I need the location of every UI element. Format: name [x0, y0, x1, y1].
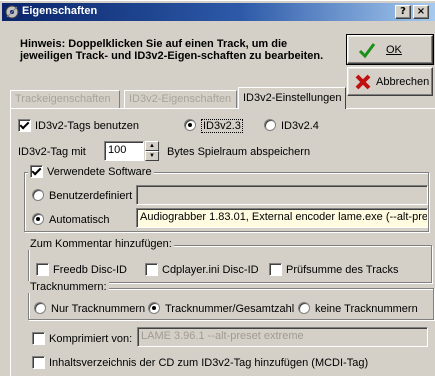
auto-software-radio[interactable]: Automatisch [32, 213, 110, 226]
software-legend[interactable]: Verwendete Software [28, 165, 154, 178]
app-icon [5, 5, 19, 19]
tab-track-properties[interactable]: Trackeigenschaften [10, 90, 120, 108]
compressed-check[interactable] [32, 332, 45, 345]
tracknum-only-label: Nur Tracknummern [51, 303, 146, 315]
version-v24-label: ID3v2.4 [281, 120, 319, 132]
radio-dot[interactable] [298, 302, 310, 314]
tracknum-only-radio[interactable]: Nur Tracknummern [34, 302, 145, 315]
freedb-checkbox[interactable]: Freedb Disc-ID [36, 263, 127, 276]
help-button[interactable]: ? [395, 5, 411, 19]
checksum-checkbox[interactable]: Prüfsumme des Tracks [269, 263, 398, 276]
version-radio-v23[interactable]: ID3v2.3 [184, 119, 243, 133]
software-label: Verwendete Software [47, 166, 152, 178]
radio-dot[interactable] [34, 302, 46, 314]
radio-dot[interactable] [32, 189, 44, 201]
comment-legend: Zum Kommentar hinzufügen: [28, 238, 174, 250]
tracknum-total-radio[interactable]: Tracknummer/Gesamtzahl [148, 302, 294, 315]
custom-software-label: Benutzerdefiniert [49, 190, 133, 202]
properties-dialog: Eigenschaften ? × Hinweis: Doppelklicken… [0, 0, 435, 376]
tab-id3v2-settings[interactable]: ID3v2-Einstellungen [238, 87, 346, 109]
radio-dot[interactable] [148, 302, 160, 314]
cancel-x-icon [355, 74, 371, 90]
use-id3v2-check[interactable] [18, 119, 31, 132]
custom-software-input[interactable] [136, 185, 428, 205]
spin-up-icon[interactable]: ▲ [145, 141, 159, 151]
tracknumbers-legend: Tracknummern: [28, 281, 109, 293]
use-id3v2-checkbox[interactable]: ID3v2-Tags benutzen [18, 119, 139, 132]
radio-dot[interactable] [264, 119, 276, 131]
ok-label: OK [386, 44, 402, 56]
use-id3v2-label: ID3v2-Tags benutzen [35, 120, 139, 132]
tracknum-none-radio[interactable]: keine Tracknummern [298, 302, 418, 315]
version-radio-v24[interactable]: ID3v2.4 [264, 119, 319, 132]
auto-software-label: Automatisch [49, 214, 110, 226]
padding-spinner[interactable]: ▲ ▼ [145, 141, 159, 161]
tracknum-none-label: keine Tracknummern [315, 303, 418, 315]
mcdi-checkbox[interactable]: Inhaltsverzeichnis der CD zum ID3v2-Tag … [32, 356, 368, 369]
cdplayer-checkbox[interactable]: Cdplayer.ini Disc-ID [145, 263, 259, 276]
freedb-label: Freedb Disc-ID [53, 264, 127, 276]
auto-software-input[interactable]: Audiograbber 1.83.01, External encoder l… [136, 208, 428, 228]
compressed-label: Komprimiert von: [49, 333, 133, 345]
checksum-check[interactable] [269, 263, 282, 276]
mcdi-label: Inhaltsverzeichnis der CD zum ID3v2-Tag … [49, 357, 369, 369]
version-v23-label: ID3v2.3 [201, 119, 243, 133]
close-button[interactable]: × [413, 5, 429, 19]
software-check[interactable] [30, 165, 43, 178]
checkmark-icon [358, 43, 376, 59]
padding-input[interactable]: 100 [104, 141, 144, 161]
cancel-button[interactable]: Abbrechen [347, 67, 433, 96]
custom-software-radio[interactable]: Benutzerdefiniert [32, 189, 132, 202]
compressed-checkbox[interactable]: Komprimiert von: [32, 332, 132, 345]
title-bar[interactable]: Eigenschaften ? × [2, 3, 435, 21]
freedb-check[interactable] [36, 263, 49, 276]
window-title: Eigenschaften [22, 5, 98, 17]
radio-dot[interactable] [32, 213, 44, 225]
spin-down-icon[interactable]: ▼ [145, 151, 159, 161]
tracknum-total-label: Tracknummer/Gesamtzahl [165, 303, 295, 315]
compressed-input[interactable]: LAME 3.96.1 --alt-preset extreme [137, 327, 428, 347]
cdplayer-check[interactable] [145, 263, 158, 276]
mcdi-check[interactable] [32, 356, 45, 369]
cdplayer-label: Cdplayer.ini Disc-ID [162, 264, 259, 276]
cancel-label: Abbrechen [376, 76, 430, 88]
checksum-label: Prüfsumme des Tracks [286, 264, 399, 276]
radio-dot[interactable] [184, 119, 196, 131]
padding-suffix-label: Bytes Spielraum abspeichern [167, 146, 311, 158]
hint-text: Hinweis: Doppelklicken Sie auf einen Tra… [20, 38, 324, 62]
tab-id3v2-properties[interactable]: ID3v2-Eigenschaften [124, 90, 237, 108]
ok-button[interactable]: OK [346, 34, 434, 65]
padding-prefix-label: ID3v2-Tag mit [18, 146, 86, 158]
